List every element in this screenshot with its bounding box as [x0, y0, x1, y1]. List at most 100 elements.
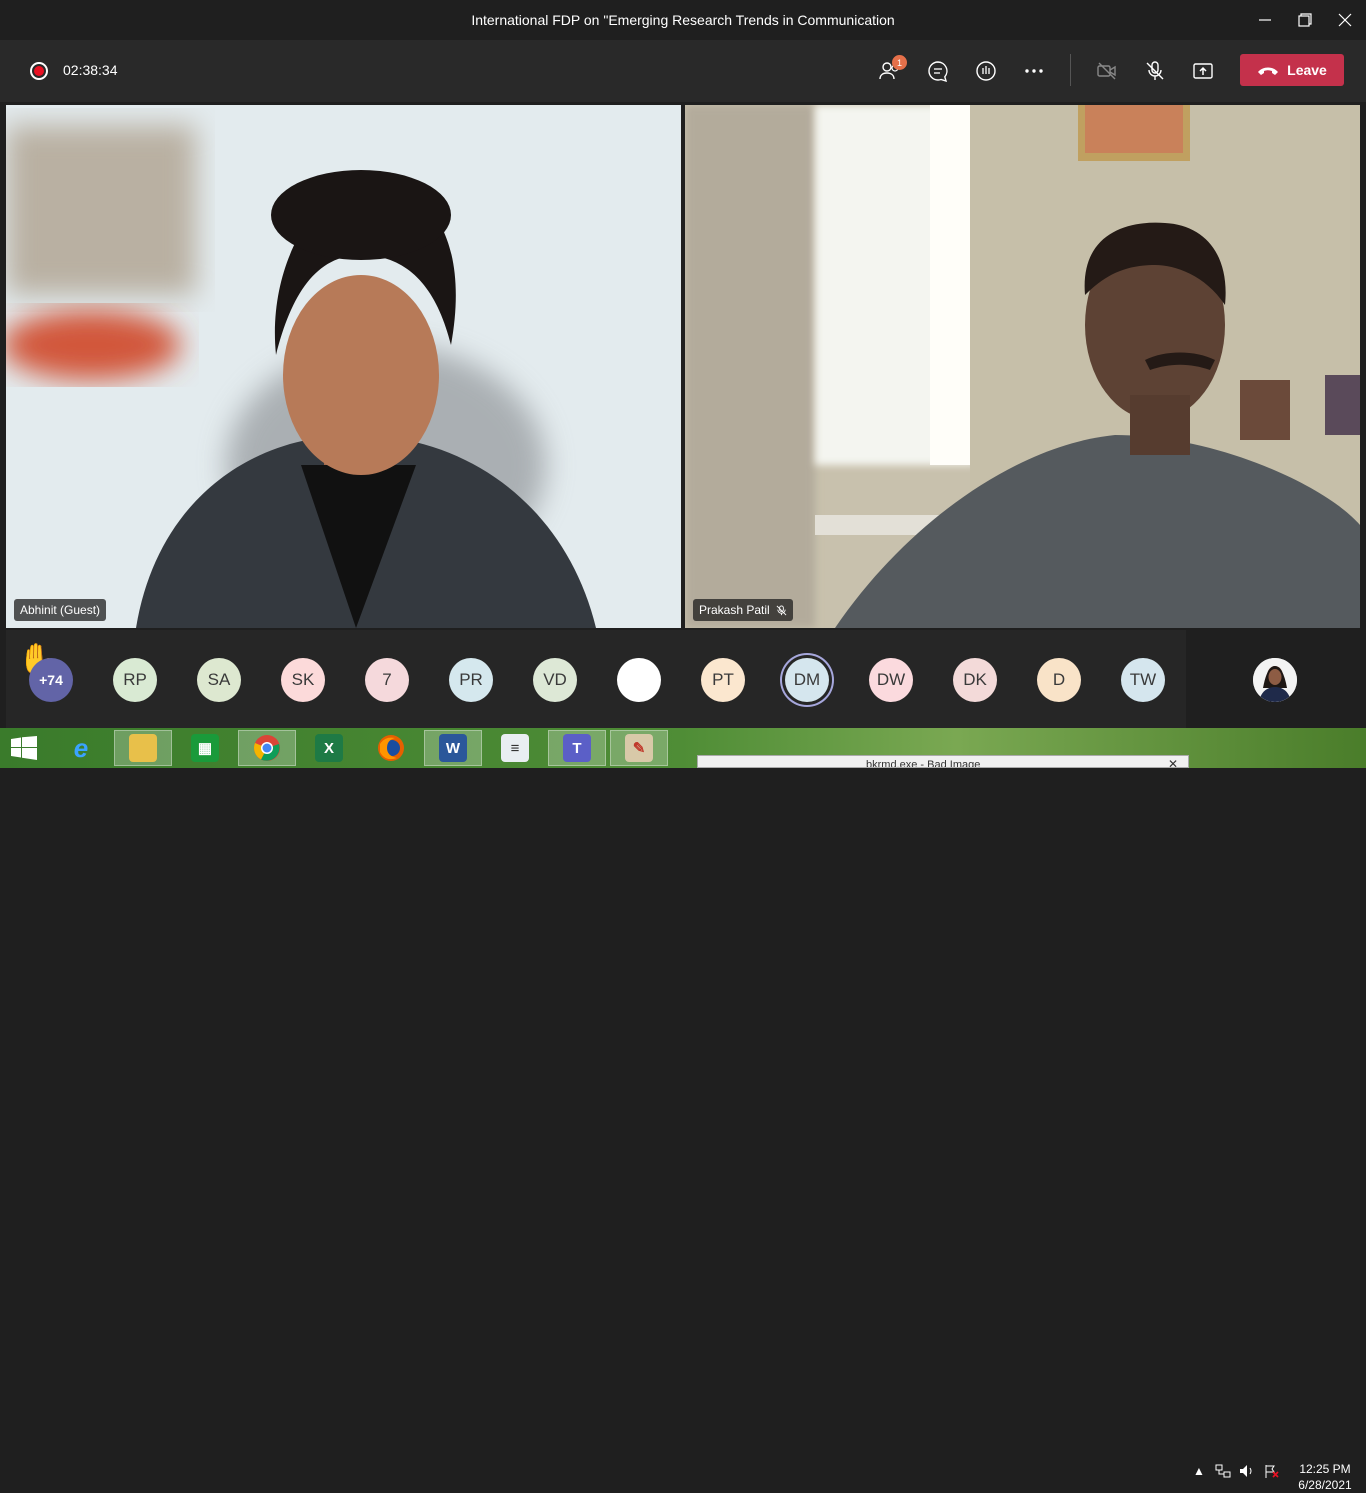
participant-video: [685, 105, 1360, 628]
participant-initials: PT: [712, 670, 734, 689]
participant-avatar[interactable]: [617, 658, 661, 702]
participant-avatar[interactable]: VD: [533, 658, 577, 702]
close-icon: [1338, 13, 1352, 27]
participant-video: [6, 105, 681, 628]
participant-strip: ✋ +74 RP SA SK 7 PR VD PT DM DW DK D TW: [0, 630, 1366, 728]
title-bar: International FDP on "Emerging Research …: [0, 0, 1366, 40]
participant-avatar[interactable]: DK: [953, 658, 997, 702]
close-button[interactable]: [1322, 0, 1366, 40]
share-screen-icon: [1193, 63, 1213, 79]
participant-name-tag: Abhinit (Guest): [14, 599, 107, 621]
camera-button[interactable]: [1091, 55, 1123, 87]
participant-name: Prakash Patil: [699, 603, 770, 617]
participant-initials: RP: [123, 670, 147, 689]
raise-hand-icon: [976, 61, 996, 81]
participant-avatar[interactable]: 7: [365, 658, 409, 702]
speaker-icon: [1240, 1465, 1252, 1477]
participant-avatar[interactable]: DW: [869, 658, 913, 702]
clock-time: 12:25 PM: [1299, 1462, 1351, 1476]
overflow-participants-button[interactable]: +74: [29, 658, 73, 702]
error-dialog-titlebar[interactable]: bkrmd.exe - Bad Image ✕: [697, 755, 1189, 768]
participants-button[interactable]: 1: [874, 55, 907, 87]
participant-initials: 7: [382, 670, 392, 689]
taskbar-store[interactable]: ▦: [176, 730, 234, 766]
participant-initials: PR: [459, 670, 483, 689]
store-icon: ▦: [191, 734, 219, 762]
show-hidden-icons-button[interactable]: ▲: [1192, 1464, 1206, 1478]
participant-avatar[interactable]: PT: [701, 658, 745, 702]
participant-avatar[interactable]: SK: [281, 658, 325, 702]
toolbar-divider: [1070, 54, 1071, 86]
system-clock[interactable]: 12:25 PM 6/28/2021: [1290, 1461, 1360, 1493]
close-icon[interactable]: ✕: [1168, 757, 1178, 767]
participant-avatar[interactable]: TW: [1121, 658, 1165, 702]
taskbar-internet-explorer[interactable]: e: [52, 730, 110, 766]
participant-initials: DW: [876, 670, 906, 689]
participant-avatar[interactable]: D: [1037, 658, 1081, 702]
video-tile-prakash[interactable]: Prakash Patil: [685, 105, 1360, 628]
mic-off-icon: [1146, 61, 1164, 80]
participant-initials: TW: [1129, 670, 1157, 689]
hang-up-icon: [1258, 67, 1279, 75]
participant-initials: SK: [291, 670, 315, 689]
paint-palette-icon: ✎: [625, 734, 653, 762]
action-center-icon[interactable]: [1262, 1464, 1280, 1478]
participant-initials: DM: [793, 670, 821, 689]
participant-avatar[interactable]: RP: [113, 658, 157, 702]
recording-icon: [30, 62, 48, 80]
microphone-button[interactable]: [1139, 55, 1171, 87]
flag-alert-icon: [1265, 1465, 1279, 1478]
leave-label: Leave: [1287, 62, 1327, 78]
start-button[interactable]: [0, 730, 48, 766]
taskbar-chrome[interactable]: [238, 730, 296, 766]
word-icon: W: [439, 734, 467, 762]
chevron-up-icon: ▲: [1193, 1464, 1205, 1478]
taskbar-paint[interactable]: ✎: [610, 730, 668, 766]
participant-name: Abhinit (Guest): [20, 603, 101, 617]
taskbar-excel[interactable]: X: [300, 730, 358, 766]
internet-explorer-icon: e: [73, 732, 89, 763]
meeting-toolbar: 02:38:34 1 Leave: [0, 40, 1366, 102]
mic-off-icon: [776, 604, 787, 615]
more-actions-button[interactable]: [1018, 55, 1050, 87]
teams-icon: T: [563, 734, 591, 762]
participant-initials: SA: [207, 670, 231, 689]
video-tile-abhinit[interactable]: Abhinit (Guest): [6, 105, 681, 628]
taskbar-word[interactable]: W: [424, 730, 482, 766]
taskbar-firefox[interactable]: [362, 730, 420, 766]
participants-badge: 1: [892, 55, 907, 70]
self-avatar[interactable]: [1253, 658, 1297, 702]
participant-avatar[interactable]: PR: [449, 658, 493, 702]
profile-photo: [1253, 658, 1297, 702]
participant-avatar[interactable]: SA: [197, 658, 241, 702]
window-title: International FDP on "Emerging Research …: [471, 12, 895, 28]
overflow-count: +74: [39, 672, 63, 688]
minimize-icon: [1259, 19, 1271, 21]
clock-date: 6/28/2021: [1298, 1478, 1352, 1492]
taskbar-file-explorer[interactable]: [114, 730, 172, 766]
taskbar-document-viewer[interactable]: ≡: [486, 730, 544, 766]
participant-initials: DK: [963, 670, 987, 689]
network-icon: [1215, 1464, 1231, 1478]
network-icon[interactable]: [1214, 1464, 1232, 1478]
chrome-icon: [254, 735, 280, 761]
taskbar-teams[interactable]: T: [548, 730, 606, 766]
firefox-icon: [378, 735, 404, 761]
chat-button[interactable]: [922, 55, 954, 87]
camera-off-icon: [1097, 62, 1116, 80]
leave-button[interactable]: Leave: [1240, 54, 1344, 86]
participant-gallery: ✋ +74 RP SA SK 7 PR VD PT DM DW DK D TW: [6, 630, 1186, 728]
windows-logo-icon: [11, 736, 37, 760]
participant-name-tag: Prakash Patil: [693, 599, 793, 621]
participant-initials: D: [1052, 670, 1066, 689]
volume-icon[interactable]: [1238, 1464, 1256, 1478]
participant-avatar[interactable]: DM: [785, 658, 829, 702]
reactions-button[interactable]: [970, 55, 1002, 87]
more-icon: [1025, 69, 1043, 73]
restore-icon: [1298, 13, 1312, 27]
error-dialog-title: bkrmd.exe - Bad Image: [866, 759, 981, 768]
recording-timer: 02:38:34: [63, 62, 118, 78]
document-icon: ≡: [501, 734, 529, 762]
share-button[interactable]: [1187, 55, 1219, 87]
folder-icon: [129, 734, 157, 762]
